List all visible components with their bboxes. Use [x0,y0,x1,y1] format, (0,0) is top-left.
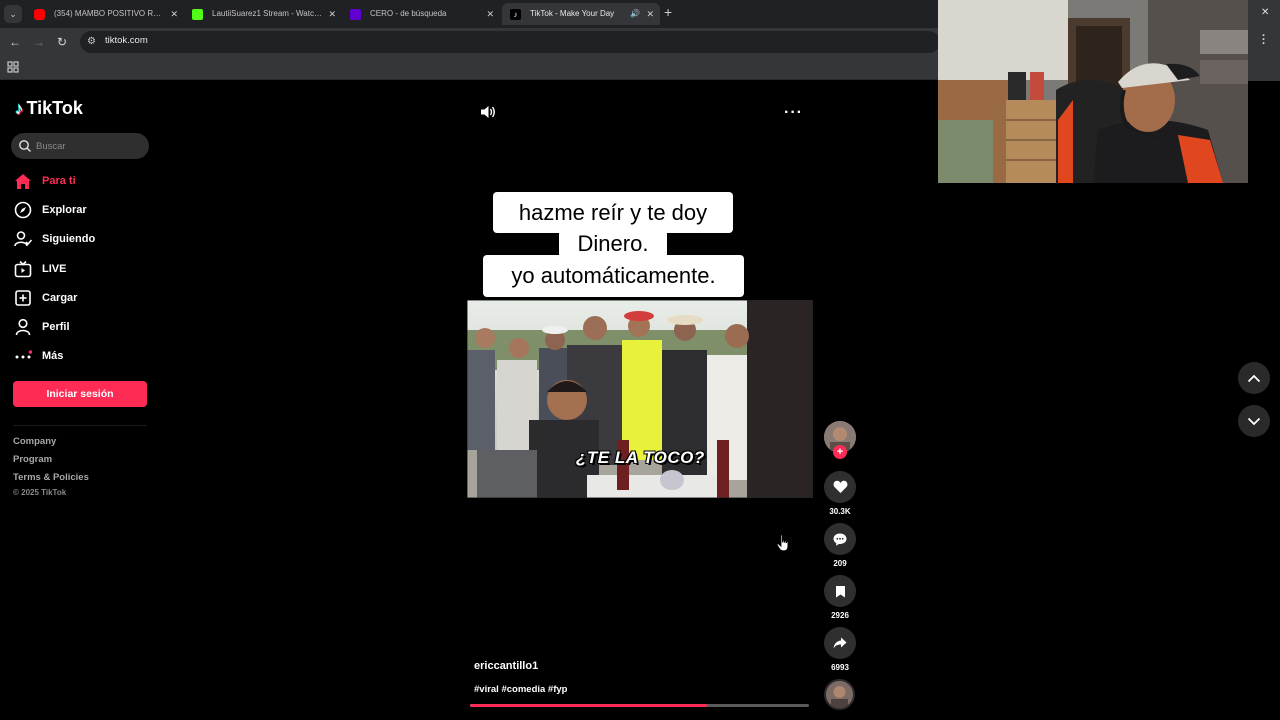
copyright-text: © 2025 TikTok [13,488,67,497]
tiktok-logo[interactable]: ♪ TikTok [15,98,83,119]
share-icon [833,637,847,649]
live-icon [13,259,33,279]
youtube-icon [34,9,45,20]
upload-icon [13,288,33,308]
comment-count: 209 [833,559,847,568]
sidebar: ♪ TikTok Para ti Explorar Siguiendo LIVE… [0,81,160,720]
like-count: 30.3K [829,507,851,516]
video-author[interactable]: ericcantillo1 [474,660,538,672]
more-icon [13,346,33,366]
sidebar-item-para-ti[interactable]: Para ti [13,170,76,192]
following-icon [13,229,33,249]
profile-icon [13,317,33,337]
footer-link-program[interactable]: Program [13,454,52,465]
bookmark-icon [835,585,845,597]
video-sticker-text: ¿TE LA TOCO? [576,448,705,467]
previous-video-button[interactable] [1238,362,1270,394]
close-icon[interactable]: ✕ [646,3,654,25]
comment-icon [833,533,847,546]
browser-tab-youtube[interactable]: (354) MAMBO POSITIVO REMIX ✕ [26,3,184,25]
sidebar-item-cargar[interactable]: Cargar [13,287,77,309]
like-button[interactable] [824,471,856,503]
logo-text: TikTok [26,98,83,118]
sidebar-item-label: LIVE [42,263,67,275]
search-input[interactable] [36,136,144,156]
url-text: tiktok.com [105,35,148,46]
volume-icon[interactable] [480,104,496,120]
close-icon[interactable]: ✕ [170,3,178,25]
forward-button[interactable]: → [30,33,48,51]
window-close-icon[interactable]: ✕ [1261,7,1269,18]
close-icon[interactable]: ✕ [486,3,494,25]
heart-icon [833,480,847,493]
tab-search-button[interactable]: ⌄ [4,5,22,23]
share-count: 6993 [831,663,849,672]
yahoo-icon [350,9,361,20]
sidebar-item-explorar[interactable]: Explorar [13,199,87,221]
browser-tab-search[interactable]: CERO - de búsqueda ✕ [342,3,500,25]
sidebar-item-perfil[interactable]: Perfil [13,316,70,338]
site-info-icon[interactable]: ⚙ [87,36,99,48]
tiktok-favicon-icon: ♪ [510,9,521,20]
browser-menu-icon[interactable]: · · · [1262,31,1266,50]
hand-cursor-icon [776,534,789,552]
reload-button[interactable]: ↻ [53,33,71,51]
save-button[interactable] [824,575,856,607]
sidebar-item-label: Perfil [42,321,70,333]
address-bar[interactable]: ⚙ tiktok.com [80,31,940,53]
sidebar-item-label: Para ti [42,175,76,187]
search-box[interactable] [11,133,149,159]
caption-line-3: yo automáticamente. [483,255,744,297]
video-progress-bar[interactable] [470,704,809,707]
video-hashtags[interactable]: #viral #comedia #fyp [474,684,567,695]
chevron-down-icon [1247,417,1261,425]
compass-icon [13,200,33,220]
webcam-overlay [938,0,1248,183]
video-progress-fill [470,704,708,707]
sidebar-divider [13,425,147,426]
sidebar-item-label: Explorar [42,204,87,216]
kick-icon [192,9,203,20]
follow-plus-icon[interactable]: + [833,445,847,459]
browser-tab-kick[interactable]: LautiiSuarez1 Stream - Watch L ✕ [184,3,342,25]
footer-link-terms[interactable]: Terms & Policies [13,472,89,483]
login-button[interactable]: Iniciar sesión [13,381,147,407]
share-button[interactable] [824,627,856,659]
new-tab-button[interactable]: + [664,4,672,20]
sidebar-item-live[interactable]: LIVE [13,258,66,280]
more-options-icon[interactable]: ··· [784,104,803,122]
sidebar-item-label: Más [42,350,64,362]
tiktok-note-icon: ♪ [15,98,24,118]
sidebar-item-siguiendo[interactable]: Siguiendo [13,228,95,250]
browser-window-controls: ✕ · · · [1248,0,1280,81]
video-frame-image [467,300,813,498]
tab-title: CERO - de búsqueda [370,9,447,18]
caption-line-1: hazme reír y te doy [493,192,733,233]
tab-title: TikTok - Make Your Day [530,9,615,18]
caption-line-2: Dinero. [559,230,667,258]
tab-title: LautiiSuarez1 Stream - Watch L [212,9,322,18]
browser-tab-tiktok[interactable]: ♪ TikTok - Make Your Day 🔊 ✕ [502,3,660,25]
comment-button[interactable] [824,523,856,555]
sidebar-item-mas[interactable]: Más [13,345,63,367]
chevron-up-icon [1247,374,1261,382]
back-button[interactable]: ← [6,33,24,51]
tab-title: (354) MAMBO POSITIVO REMIX [54,9,164,18]
apps-grid-icon[interactable] [7,61,19,73]
speaker-icon[interactable]: 🔊 [630,3,640,25]
footer-link-company[interactable]: Company [13,436,56,447]
sidebar-item-label: Siguiendo [42,233,96,245]
music-disc-avatar[interactable] [824,679,855,710]
home-icon [13,171,33,191]
close-icon[interactable]: ✕ [328,3,336,25]
search-icon [19,140,31,152]
save-count: 2926 [831,611,849,620]
sidebar-item-label: Cargar [42,292,78,304]
next-video-button[interactable] [1238,405,1270,437]
